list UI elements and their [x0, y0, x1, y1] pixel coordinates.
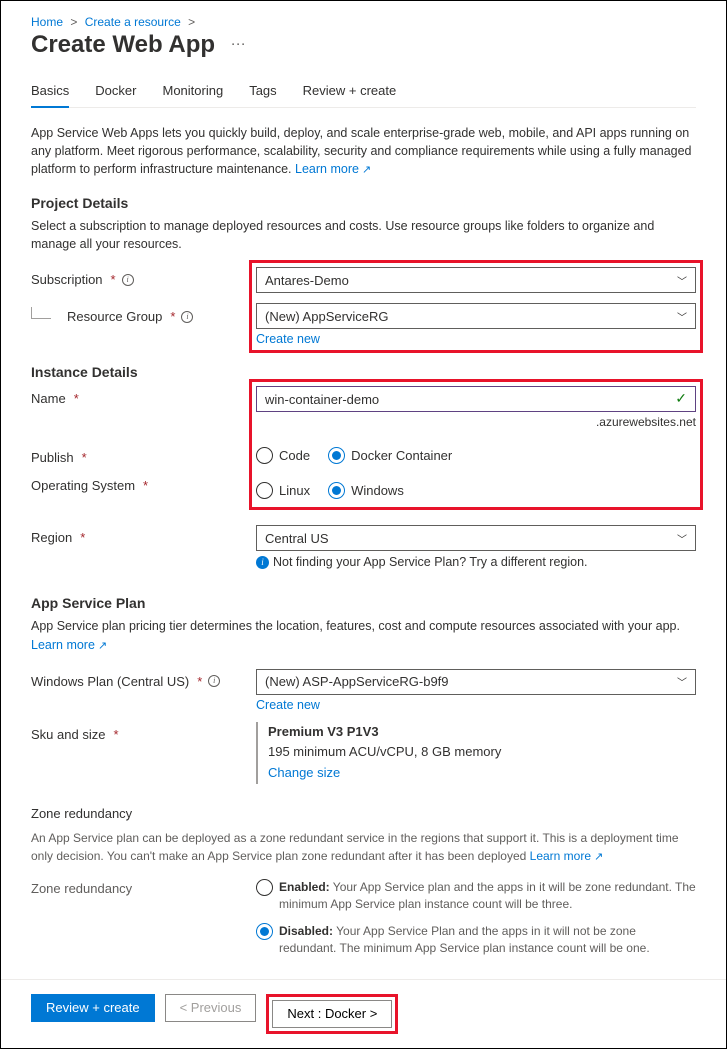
- region-select[interactable]: Central US ﹀: [256, 525, 696, 551]
- instance-details-heading: Instance Details: [31, 364, 696, 380]
- resource-group-select[interactable]: (New) AppServiceRG ﹀: [256, 303, 696, 329]
- info-icon[interactable]: [181, 311, 193, 323]
- os-label: Operating System*: [31, 473, 256, 493]
- breadcrumb-create-resource[interactable]: Create a resource: [85, 15, 181, 29]
- zone-learn-more[interactable]: Learn more: [530, 849, 604, 863]
- region-label: Region*: [31, 525, 256, 545]
- project-details-heading: Project Details: [31, 195, 696, 211]
- os-linux-radio[interactable]: Linux: [256, 482, 310, 499]
- publish-label: Publish*: [31, 445, 256, 465]
- next-docker-button[interactable]: Next : Docker >: [272, 1000, 392, 1028]
- tab-monitoring[interactable]: Monitoring: [162, 77, 223, 107]
- name-input[interactable]: win-container-demo ✓: [256, 386, 696, 412]
- chevron-down-icon: ﹀: [677, 273, 687, 288]
- intro-text: App Service Web Apps lets you quickly bu…: [31, 124, 696, 179]
- review-create-button[interactable]: Review + create: [31, 994, 155, 1022]
- tab-review[interactable]: Review + create: [303, 77, 397, 107]
- domain-suffix: .azurewebsites.net: [256, 415, 696, 429]
- info-icon[interactable]: [208, 675, 220, 687]
- create-new-rg[interactable]: Create new: [256, 332, 320, 346]
- zone-redundancy-desc: An App Service plan can be deployed as a…: [31, 829, 696, 866]
- breadcrumb-home[interactable]: Home: [31, 15, 63, 29]
- windows-plan-label: Windows Plan (Central US)*: [31, 669, 256, 689]
- zone-redundancy-label: Zone redundancy: [31, 877, 256, 899]
- page-title: Create Web App: [31, 31, 215, 59]
- chevron-down-icon: ﹀: [677, 531, 687, 546]
- plan-learn-more[interactable]: Learn more: [31, 638, 107, 652]
- info-icon[interactable]: [122, 274, 134, 286]
- project-details-desc: Select a subscription to manage deployed…: [31, 217, 696, 253]
- zone-disabled-radio[interactable]: Disabled: Your App Service Plan and the …: [256, 923, 696, 957]
- app-service-plan-desc: App Service plan pricing tier determines…: [31, 617, 696, 654]
- tab-tags[interactable]: Tags: [249, 77, 276, 107]
- subscription-label: Subscription*: [31, 267, 256, 287]
- chevron-down-icon: ﹀: [677, 309, 687, 324]
- app-service-plan-heading: App Service Plan: [31, 595, 696, 611]
- zone-enabled-radio[interactable]: Enabled: Your App Service plan and the a…: [256, 879, 696, 913]
- more-icon[interactable]: ···: [231, 35, 246, 52]
- windows-plan-select[interactable]: (New) ASP-AppServiceRG-b9f9 ﹀: [256, 669, 696, 695]
- tab-basics[interactable]: Basics: [31, 77, 69, 108]
- info-icon: [256, 556, 269, 569]
- zone-redundancy-heading: Zone redundancy: [31, 806, 696, 821]
- previous-button[interactable]: < Previous: [165, 994, 257, 1022]
- subscription-select[interactable]: Antares-Demo ﹀: [256, 267, 696, 293]
- region-hint: Not finding your App Service Plan? Try a…: [256, 555, 696, 569]
- intro-learn-more[interactable]: Learn more: [295, 162, 371, 176]
- sku-info: Premium V3 P1V3 195 minimum ACU/vCPU, 8 …: [256, 722, 696, 784]
- resource-group-label: Resource Group*: [31, 304, 256, 324]
- tabs: Basics Docker Monitoring Tags Review + c…: [31, 77, 696, 108]
- name-label: Name*: [31, 386, 256, 406]
- chevron-down-icon: ﹀: [677, 674, 687, 689]
- os-windows-radio[interactable]: Windows: [328, 482, 404, 499]
- sku-label: Sku and size*: [31, 722, 256, 742]
- breadcrumb: Home > Create a resource >: [31, 15, 696, 29]
- footer: Review + create < Previous Next : Docker…: [1, 979, 726, 1048]
- publish-docker-radio[interactable]: Docker Container: [328, 447, 452, 464]
- create-new-plan[interactable]: Create new: [256, 698, 320, 712]
- publish-code-radio[interactable]: Code: [256, 447, 310, 464]
- checkmark-icon: ✓: [675, 390, 687, 407]
- tab-docker[interactable]: Docker: [95, 77, 136, 107]
- change-size[interactable]: Change size: [268, 765, 340, 780]
